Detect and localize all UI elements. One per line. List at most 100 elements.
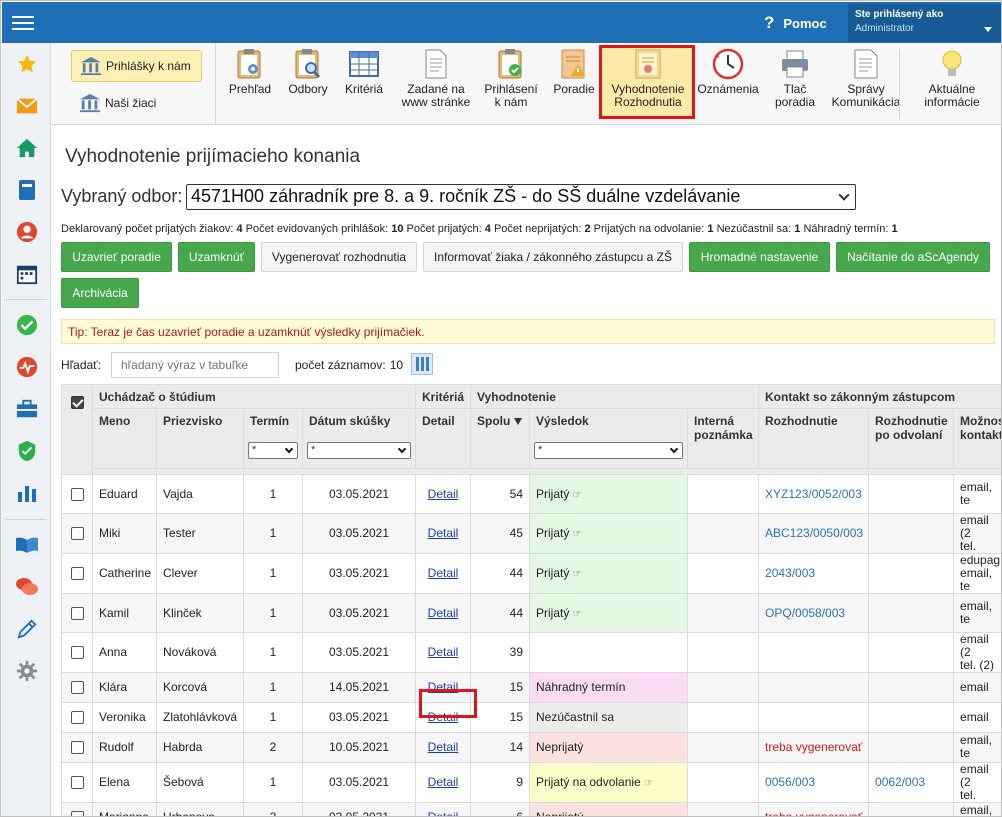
book-icon[interactable] (15, 178, 39, 202)
col-term[interactable]: Termín (243, 408, 303, 442)
chat-icon[interactable] (15, 575, 39, 599)
select-all-checkbox[interactable] (70, 396, 84, 410)
action-button-7[interactable]: Archivácia (61, 278, 139, 308)
detail-link[interactable]: Detail (428, 740, 459, 754)
thumb-icon[interactable]: ☞ (644, 778, 653, 789)
thumb-icon[interactable]: ☞ (573, 529, 582, 540)
field-select[interactable]: 4571H00 záhradník pre 8. a 9. ročník ZŠ … (186, 184, 856, 210)
col-decision[interactable]: Rozhodnutie (758, 408, 870, 442)
appeal-cell: 0062/003 (868, 761, 955, 803)
thumb-icon[interactable]: ☞ (573, 609, 582, 620)
action-button-1[interactable]: Uzavrieť poradie (61, 242, 172, 272)
last-name: Tester (163, 526, 196, 540)
mail-icon[interactable] (15, 94, 39, 118)
table-row: Eduard Vajda 1 03.05.2021 Detail 54 Prijatý ☞ X… (61, 473, 1001, 514)
decision[interactable]: 0056/003 (765, 775, 815, 789)
appeal-decision[interactable]: 0062/003 (875, 775, 925, 789)
action-button-2[interactable]: Uzamknúť (178, 242, 255, 272)
row-checkbox[interactable] (70, 811, 84, 816)
toolbar-item-label: Odbory (288, 82, 328, 96)
thumb-icon[interactable]: ☞ (573, 490, 582, 501)
row-checkbox[interactable] (70, 711, 84, 725)
result-cell: Prijatý ☞ (529, 512, 688, 554)
result: Neprijatý (536, 740, 584, 754)
last-name: Vajda (163, 486, 193, 501)
decision[interactable]: treba vygenerovať (765, 740, 862, 754)
internal-note-cell (686, 512, 760, 554)
star-icon[interactable] (15, 52, 39, 76)
action-button-3[interactable]: Vygenerovať rozhodnutia (261, 242, 417, 272)
date-cell: 03.05.2021 (302, 512, 416, 554)
detail-link[interactable]: Detail (428, 606, 459, 620)
help-link[interactable]: ? Pomoc (764, 13, 827, 33)
decision[interactable]: ABC123/0050/003 (765, 526, 863, 540)
user-icon[interactable] (15, 220, 39, 244)
open-book-icon[interactable] (15, 533, 39, 557)
search-input[interactable] (111, 352, 279, 378)
detail-link[interactable]: Detail (428, 775, 459, 789)
result: Prijatý (536, 605, 570, 620)
app-nasi-ziaci[interactable]: Naši žiaci (71, 88, 202, 118)
term: 1 (269, 566, 277, 580)
col-internal-note[interactable]: Interná poznámka (686, 408, 760, 442)
col-last-name[interactable]: Priezvisko (156, 408, 244, 442)
detail-link[interactable]: Detail (428, 645, 459, 659)
action-button-4[interactable]: Informovať žiaka / zákonného zástupcu a … (423, 242, 683, 272)
decision[interactable]: XYZ123/0052/003 (765, 487, 862, 501)
col-contact-options[interactable]: Možnosti kontaktu (953, 408, 1001, 442)
row-checkbox[interactable] (70, 681, 84, 695)
last-name: Nováková (163, 645, 217, 659)
result-filter-select[interactable]: * (534, 442, 683, 459)
check-circle-icon[interactable] (15, 313, 39, 337)
bar-chart-icon[interactable] (15, 481, 39, 505)
row-checkbox[interactable] (70, 606, 84, 620)
app-prihlasky[interactable]: Prihlášky k nám (71, 50, 202, 82)
home-icon[interactable] (15, 136, 39, 160)
col-appeal-decision[interactable]: Rozhodnutie po odvolaní (868, 408, 955, 442)
briefcase-icon[interactable] (15, 397, 39, 421)
action-button-5[interactable]: Hromadné nastavenie (689, 242, 830, 272)
term: 2 (269, 740, 277, 754)
col-exam-date[interactable]: Dátum skúšky (302, 408, 416, 442)
pulse-icon[interactable] (15, 355, 39, 379)
shield-icon[interactable] (15, 439, 39, 463)
toolbar-item-lightbulb[interactable]: Aktuálne informácie (904, 47, 1000, 121)
thumb-icon[interactable]: ☞ (573, 569, 582, 580)
decision-cell (758, 631, 870, 673)
row-checkbox[interactable] (70, 776, 84, 790)
detail-cell: Detail (415, 731, 471, 763)
contact-options: email (960, 709, 989, 724)
pencil-icon[interactable] (15, 617, 39, 641)
stat-label: Počet prijatých: (406, 223, 482, 235)
decision[interactable]: treba vygenerovať (765, 810, 862, 816)
row-select-cell (61, 473, 93, 514)
user-menu[interactable]: Ste prihlásený ako Administrator (848, 4, 1001, 42)
detail-link[interactable]: Detail (428, 566, 459, 580)
detail-link[interactable]: Detail (428, 526, 459, 540)
decision[interactable]: 2043/003 (765, 566, 815, 580)
date-filter-select[interactable]: * (307, 442, 411, 459)
col-first-name[interactable]: Meno (92, 408, 157, 442)
row-checkbox[interactable] (70, 646, 84, 660)
toolbar-item-label: Aktuálne informácie (924, 82, 980, 109)
detail-cell: Detail (415, 631, 471, 673)
last-name-cell: Klinček (156, 592, 244, 633)
columns-icon[interactable] (411, 353, 433, 375)
action-button-6[interactable]: Načítanie do aScAgendy (836, 242, 990, 272)
row-checkbox[interactable] (70, 487, 84, 501)
row-checkbox[interactable] (70, 567, 84, 581)
row-checkbox[interactable] (70, 741, 84, 755)
hamburger-menu-icon[interactable] (12, 12, 34, 34)
table-row: Klára Korcová 1 14.05.2021 Detail 15 Náhradný … (61, 671, 1001, 703)
row-checkbox[interactable] (70, 527, 84, 541)
contact-options: edupag email, te (960, 553, 1001, 593)
detail-link[interactable]: Detail (428, 810, 459, 816)
detail-link[interactable]: Detail (428, 487, 459, 501)
term-filter-select[interactable]: * (248, 442, 298, 459)
total-score: 6 (516, 810, 523, 817)
col-total[interactable]: Spolu (470, 408, 530, 442)
gear-icon[interactable] (15, 659, 39, 683)
col-result[interactable]: Výsledok (529, 408, 688, 442)
calendar-icon[interactable] (15, 262, 39, 286)
decision[interactable]: OPQ/0058/003 (765, 606, 845, 620)
